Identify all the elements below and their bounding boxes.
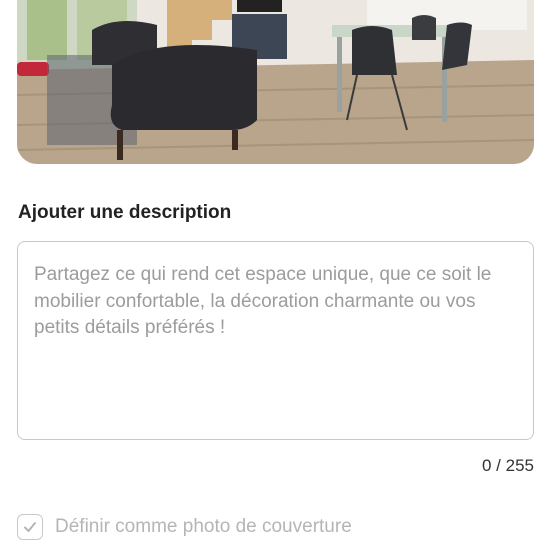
description-title: Ajouter une description: [18, 202, 232, 223]
checkmark-icon: [24, 522, 36, 532]
cover-photo-checkbox[interactable]: [17, 514, 43, 540]
character-counter: 0 / 255: [482, 456, 534, 475]
cover-photo-label: Définir comme photo de couverture: [55, 516, 352, 537]
cover-photo-option[interactable]: Définir comme photo de couverture: [17, 514, 352, 540]
room-photo-image: [17, 0, 534, 164]
description-textarea[interactable]: [17, 241, 534, 440]
room-photo: [17, 0, 534, 164]
